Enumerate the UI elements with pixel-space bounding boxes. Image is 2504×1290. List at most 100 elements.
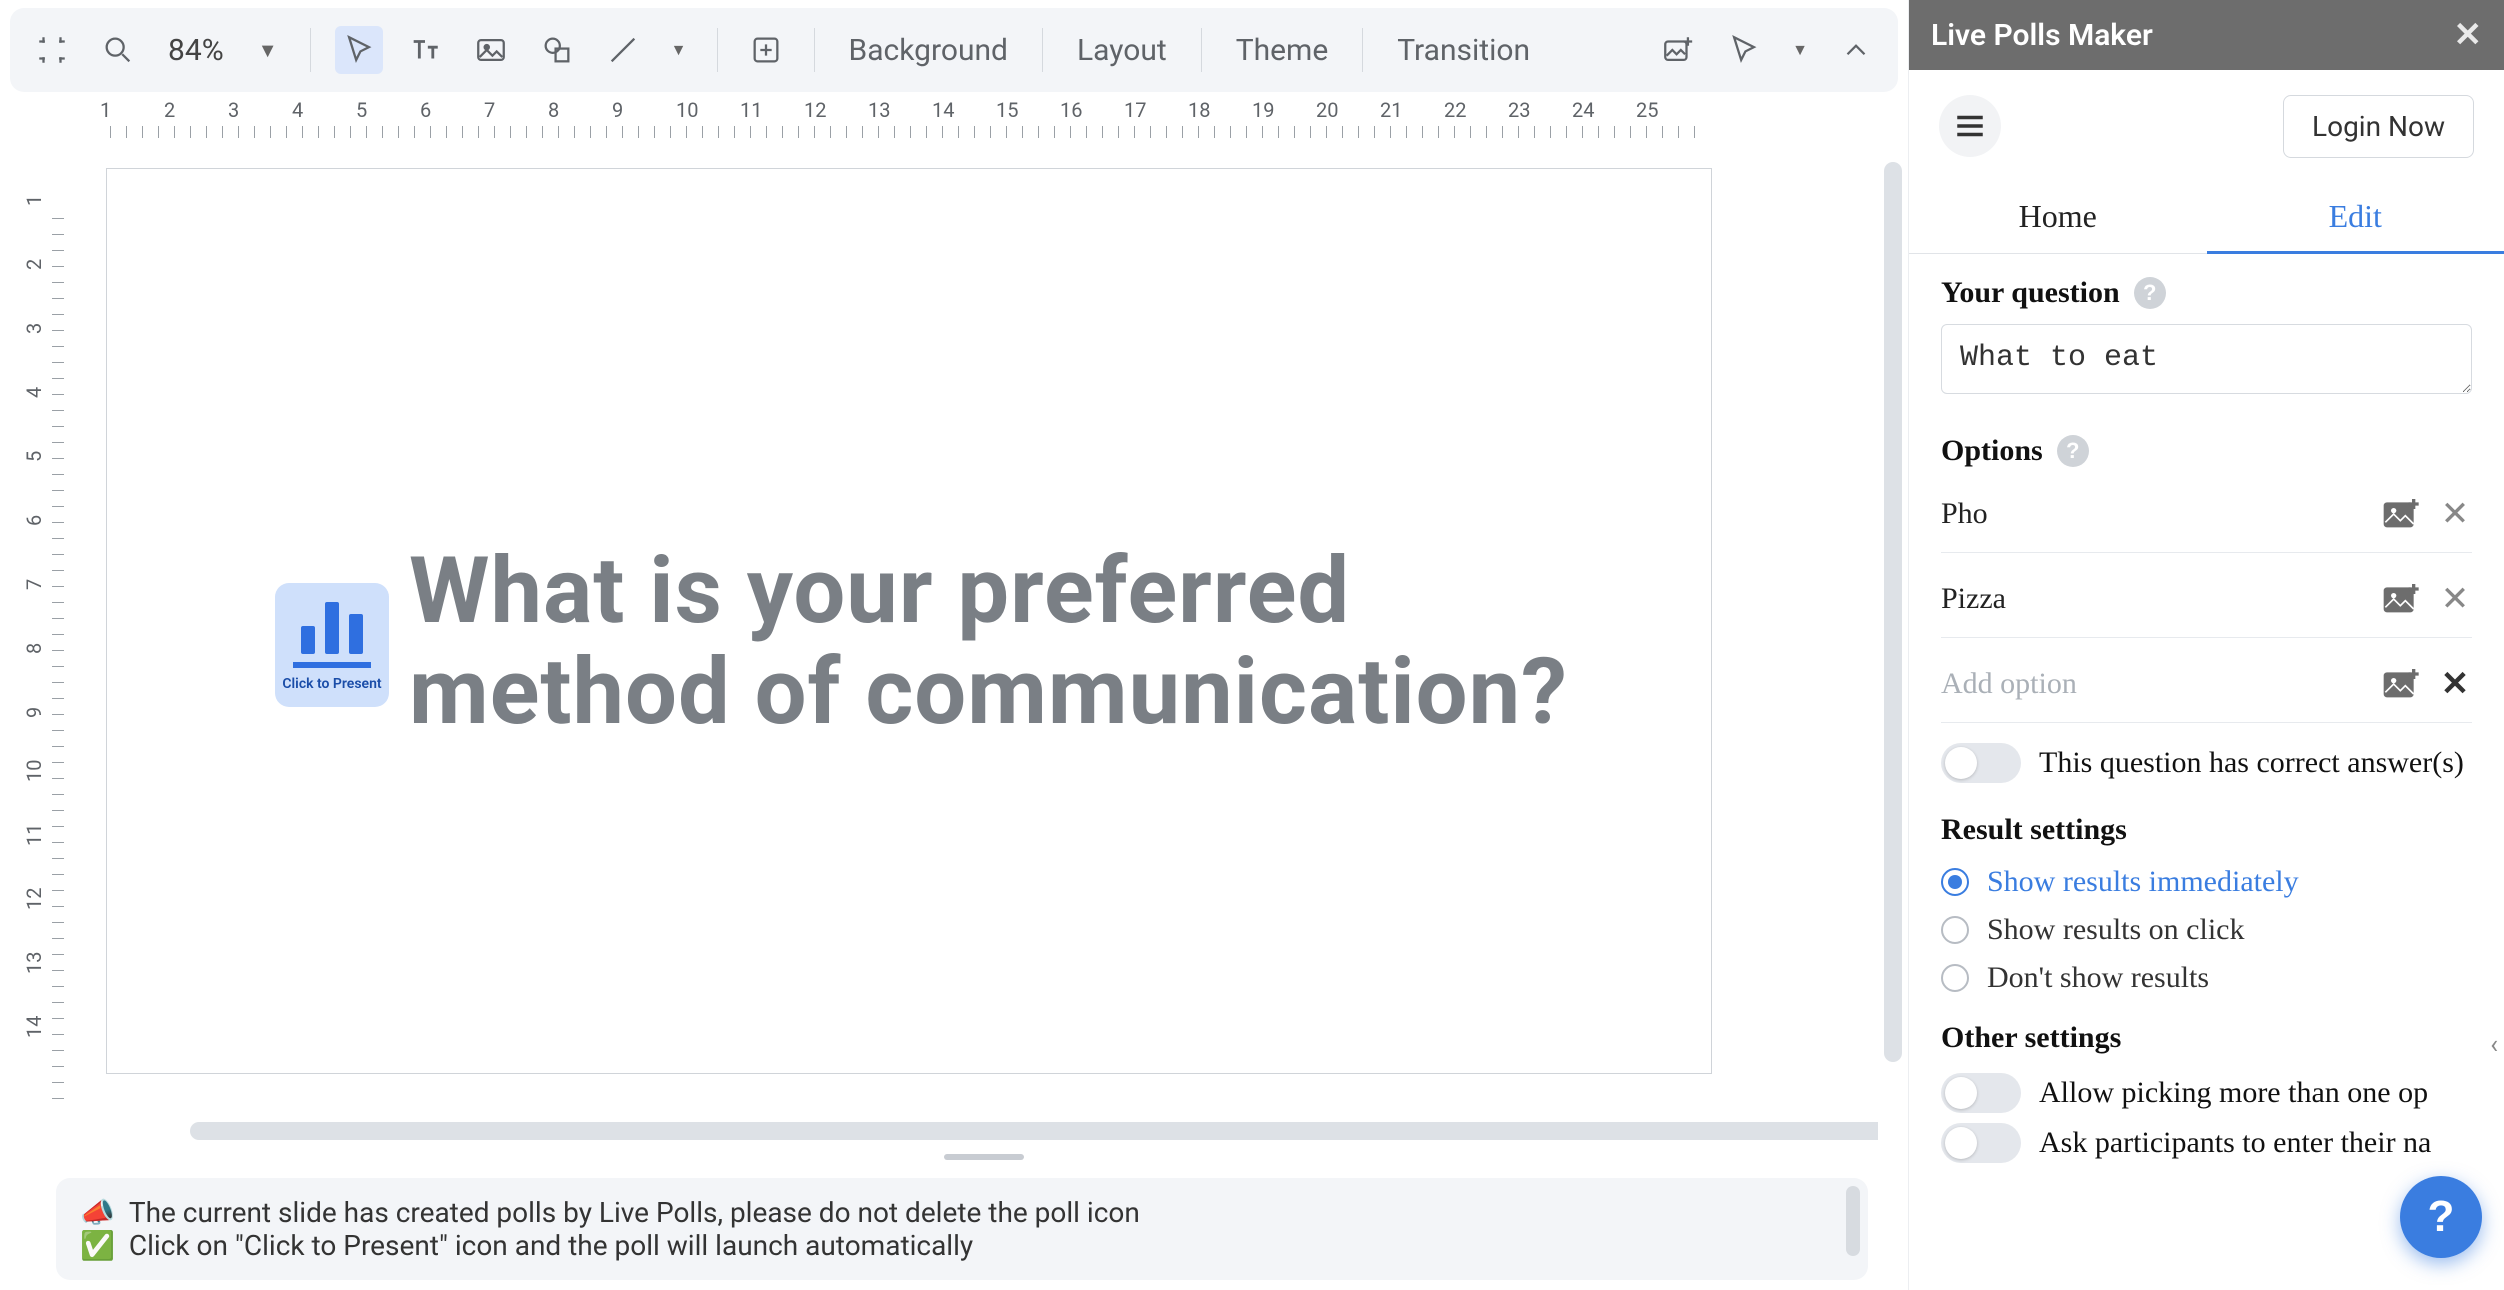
vertical-scrollbar[interactable]	[1884, 162, 1902, 1116]
toggle-label: Ask participants to enter their na	[2039, 1126, 2431, 1160]
radio-label: Show results on click	[1987, 913, 2244, 947]
cursor-dropdown[interactable]: ▼	[1786, 26, 1814, 74]
result-settings-heading: Result settings	[1941, 813, 2472, 847]
zoom-icon[interactable]	[94, 26, 142, 74]
layout-button[interactable]: Layout	[1067, 27, 1177, 74]
ruler-tick	[18, 346, 64, 410]
shape-tool[interactable]	[533, 26, 581, 74]
line-tool[interactable]	[599, 26, 647, 74]
scrollbar-thumb[interactable]	[1884, 162, 1902, 1062]
login-button[interactable]: Login Now	[2283, 95, 2474, 158]
line-dropdown[interactable]: ▼	[665, 26, 693, 74]
check-icon: ✅	[80, 1229, 115, 1262]
cursor-share-icon[interactable]	[1720, 26, 1768, 74]
ruler-tick	[18, 474, 64, 538]
help-icon[interactable]: ?	[2134, 277, 2166, 309]
caret-down-icon: ▼	[238, 38, 278, 63]
remove-option-icon[interactable]: ✕	[2438, 664, 2472, 704]
zoom-dropdown[interactable]: 84% ▼	[160, 33, 286, 68]
radio-icon	[1941, 868, 1969, 896]
label-text: Your question	[1941, 276, 2120, 310]
scrollbar-thumb[interactable]	[190, 1122, 1878, 1140]
collapse-toolbar-icon[interactable]	[1832, 26, 1880, 74]
add-image-icon[interactable]	[2382, 667, 2422, 701]
textbox-tool[interactable]	[401, 26, 449, 74]
other-settings-heading: Other settings	[1941, 1021, 2472, 1055]
live-polls-panel: Live Polls Maker ✕ Login Now Home Edit Y…	[1908, 0, 2504, 1290]
select-tool[interactable]	[335, 26, 383, 74]
add-option-row: ✕	[1941, 652, 2472, 723]
notes-scrollbar[interactable]	[1846, 1186, 1860, 1272]
correct-answer-toggle-row: This question has correct answer(s)	[1941, 743, 2472, 783]
separator	[1042, 28, 1043, 72]
scroll-hint-icon[interactable]: ‹	[2490, 1030, 2498, 1060]
separator	[310, 28, 311, 72]
help-fab[interactable]: ?	[2400, 1176, 2482, 1258]
tab-home[interactable]: Home	[1909, 182, 2207, 253]
separator	[814, 28, 815, 72]
toggle-label: This question has correct answer(s)	[2039, 746, 2464, 780]
ruler-tick	[18, 410, 64, 474]
horizontal-ruler[interactable]	[64, 92, 1890, 138]
add-image-icon[interactable]	[2382, 497, 2422, 531]
ruler-tick	[18, 538, 64, 602]
question-input[interactable]	[1941, 324, 2472, 394]
scrollbar-thumb[interactable]	[1846, 1186, 1860, 1256]
other-setting-row: Ask participants to enter their na	[1941, 1123, 2472, 1163]
remove-option-icon[interactable]: ✕	[2438, 494, 2472, 534]
horizontal-scrollbar[interactable]	[190, 1122, 1838, 1140]
theme-button[interactable]: Theme	[1226, 27, 1339, 74]
question-label: Your question ?	[1941, 276, 2472, 310]
underline	[293, 662, 371, 668]
panel-topbar: Login Now	[1909, 70, 2504, 182]
vertical-ruler[interactable]	[18, 138, 64, 1166]
options-label: Options ?	[1941, 434, 2472, 468]
option-input[interactable]	[1941, 582, 2366, 616]
result-option[interactable]: Show results on click	[1941, 913, 2472, 947]
notes-text: Click on "Click to Present" icon and the…	[129, 1229, 973, 1262]
separator	[1362, 28, 1363, 72]
poll-icon-caption: Click to Present	[282, 676, 381, 692]
menu-icon[interactable]	[1939, 95, 2001, 157]
other-setting-row: Allow picking more than one op	[1941, 1073, 2472, 1113]
comment-icon[interactable]	[742, 26, 790, 74]
notes-text: The current slide has created polls by L…	[129, 1196, 1140, 1229]
panel-tabs: Home Edit	[1909, 182, 2504, 254]
correct-answer-toggle[interactable]	[1941, 743, 2021, 783]
print-format-icon[interactable]	[28, 26, 76, 74]
add-option-input[interactable]	[1941, 667, 2366, 701]
megaphone-icon: 📣	[80, 1196, 115, 1229]
radio-label: Don't show results	[1987, 961, 2209, 995]
toolbar: 84% ▼ ▼ Background Layout Theme	[10, 8, 1898, 92]
insert-image-icon[interactable]	[1654, 26, 1702, 74]
help-icon[interactable]: ?	[2057, 435, 2089, 467]
radio-icon	[1941, 964, 1969, 992]
tab-edit[interactable]: Edit	[2207, 182, 2504, 253]
add-image-icon[interactable]	[2382, 582, 2422, 616]
bar-chart-icon	[301, 598, 363, 654]
separator	[1201, 28, 1202, 72]
setting-toggle[interactable]	[1941, 1073, 2021, 1113]
result-option[interactable]: Show results immediately	[1941, 865, 2472, 899]
background-button[interactable]: Background	[839, 27, 1018, 74]
image-tool[interactable]	[467, 26, 515, 74]
poll-click-to-present-icon[interactable]: Click to Present	[275, 583, 389, 707]
speaker-notes[interactable]: 📣 The current slide has created polls by…	[56, 1178, 1868, 1280]
option-input[interactable]	[1941, 497, 2366, 531]
presentation-editor: 84% ▼ ▼ Background Layout Theme	[0, 0, 1908, 1290]
slide-title[interactable]: What is your preferred method of communi…	[409, 541, 1651, 743]
notes-line: ✅ Click on "Click to Present" icon and t…	[80, 1229, 1844, 1262]
canvas-area: Click to Present What is your preferred …	[90, 148, 1878, 1166]
setting-toggle[interactable]	[1941, 1123, 2021, 1163]
transition-button[interactable]: Transition	[1387, 27, 1540, 74]
notes-line: 📣 The current slide has created polls by…	[80, 1196, 1844, 1229]
toggle-label: Allow picking more than one op	[2039, 1076, 2428, 1110]
close-icon[interactable]: ✕	[2454, 15, 2483, 55]
remove-option-icon[interactable]: ✕	[2438, 579, 2472, 619]
result-option[interactable]: Don't show results	[1941, 961, 2472, 995]
ruler-tick	[18, 282, 64, 346]
ruler-tick	[18, 602, 64, 666]
panel-header: Live Polls Maker ✕	[1909, 0, 2504, 70]
slide[interactable]: Click to Present What is your preferred …	[106, 168, 1712, 1074]
resize-grip[interactable]	[944, 1154, 1024, 1160]
